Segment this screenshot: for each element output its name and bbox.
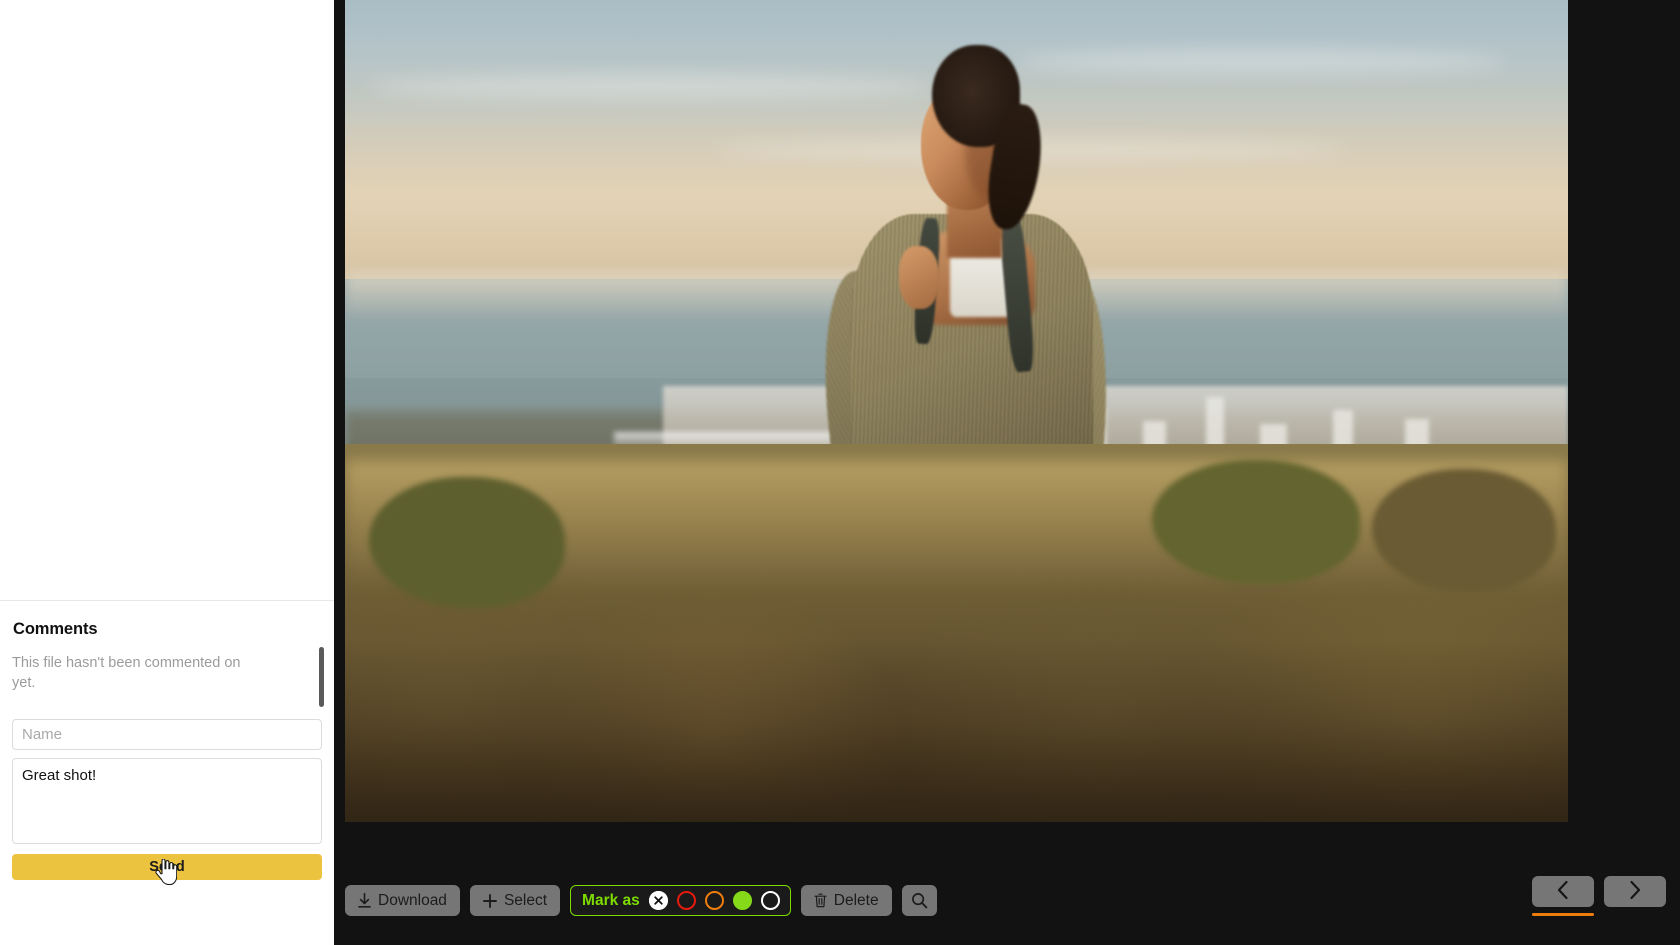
- photo-image: [345, 0, 1568, 822]
- download-arrow-icon: [358, 893, 371, 908]
- select-button[interactable]: Select: [469, 885, 561, 916]
- plus-icon: [482, 893, 497, 908]
- delete-button[interactable]: Delete: [800, 885, 892, 916]
- photo-stage[interactable]: [345, 0, 1568, 822]
- bottom-toolbar: Download Select Mark as Delete: [334, 822, 1680, 945]
- next-active-underline: [1604, 913, 1666, 916]
- app-root: Comments This file hasn't been commented…: [0, 0, 1680, 945]
- previous-image-button[interactable]: [1532, 876, 1594, 907]
- comments-empty-message: This file hasn't been commented on yet.: [12, 655, 241, 691]
- mark-as-label: Mark as: [582, 891, 640, 909]
- comments-scrollbar[interactable]: [319, 647, 324, 707]
- green-marker[interactable]: [732, 891, 752, 910]
- mark-as-group[interactable]: Mark as: [570, 885, 791, 916]
- left-sidebar: Comments This file hasn't been commented…: [0, 0, 334, 945]
- magnifier-icon: [911, 892, 928, 909]
- send-button[interactable]: Send: [12, 854, 322, 880]
- photo-viewer: Download Select Mark as Delete: [334, 0, 1680, 945]
- comments-heading: Comments: [13, 620, 98, 638]
- comments-panel: Comments This file hasn't been commented…: [0, 600, 334, 945]
- download-button[interactable]: Download: [345, 885, 460, 916]
- orange-marker[interactable]: [704, 891, 724, 910]
- select-label: Select: [503, 891, 548, 909]
- photo-foreground-grass: [345, 641, 1568, 822]
- delete-label: Delete: [833, 891, 879, 909]
- prev-nav-wrap: [1532, 876, 1594, 916]
- comment-textarea[interactable]: [12, 758, 322, 844]
- prev-active-underline: [1532, 913, 1594, 916]
- sidebar-upper-blank: [0, 0, 334, 600]
- download-label: Download: [378, 891, 447, 909]
- chevron-right-icon: [1627, 880, 1643, 903]
- trash-icon: [814, 893, 827, 908]
- zoom-search-button[interactable]: [901, 885, 937, 916]
- chevron-left-icon: [1555, 880, 1571, 903]
- clear-marker[interactable]: [648, 891, 668, 910]
- next-nav-wrap: [1604, 876, 1666, 916]
- next-image-button[interactable]: [1604, 876, 1666, 907]
- name-input[interactable]: [12, 719, 322, 750]
- toolbar-navigation: [1532, 876, 1666, 916]
- white-marker[interactable]: [760, 891, 780, 910]
- toolbar-actions: Download Select Mark as Delete: [345, 885, 937, 916]
- red-marker[interactable]: [676, 891, 696, 910]
